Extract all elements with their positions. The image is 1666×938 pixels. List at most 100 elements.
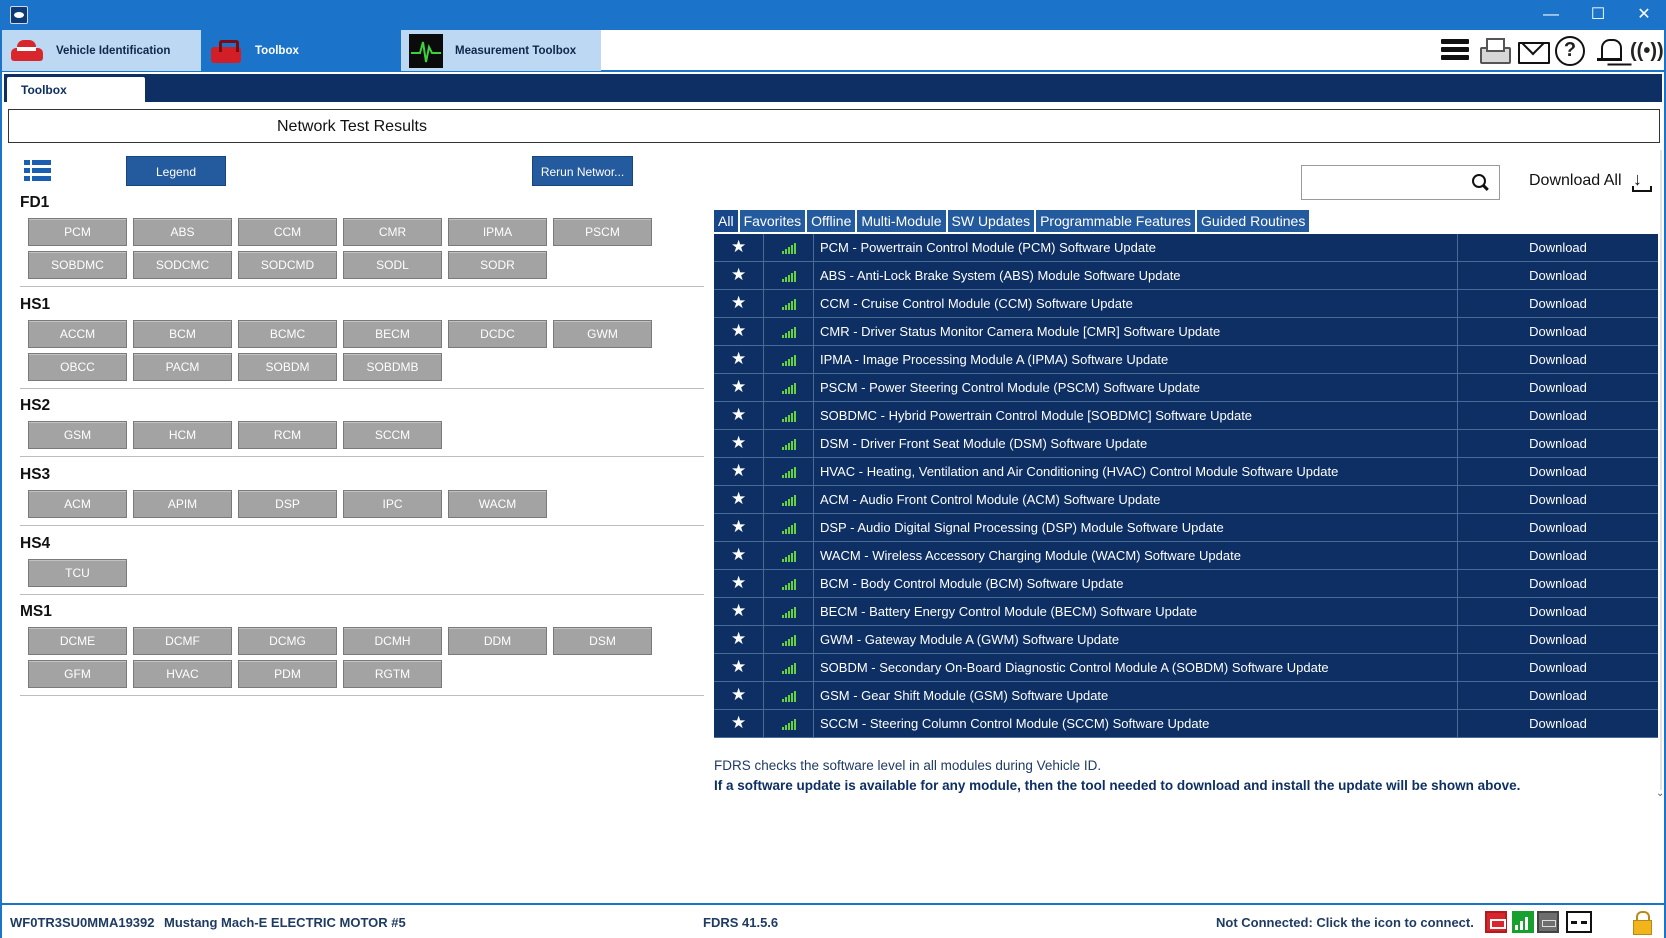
table-row[interactable]: ★ ABS - Anti-Lock Brake System (ABS) Modu… xyxy=(714,262,1658,290)
module-button[interactable]: PDM xyxy=(238,660,337,688)
module-button[interactable]: SODCMC xyxy=(133,251,232,279)
module-button[interactable]: SOBDMB xyxy=(343,353,442,381)
tab-toolbox[interactable]: Toolbox xyxy=(201,30,401,71)
download-link[interactable]: Download xyxy=(1458,688,1658,703)
download-link[interactable]: Download xyxy=(1458,240,1658,255)
favorite-cell[interactable]: ★ xyxy=(714,570,764,597)
star-icon[interactable]: ★ xyxy=(731,265,746,285)
adapter-icon[interactable] xyxy=(1537,911,1559,933)
module-button[interactable]: GSM xyxy=(28,421,127,449)
favorite-cell[interactable]: ★ xyxy=(714,290,764,317)
print-icon[interactable] xyxy=(1477,36,1511,66)
download-link[interactable]: Download xyxy=(1458,296,1658,311)
star-icon[interactable]: ★ xyxy=(731,517,746,537)
table-row[interactable]: ★ SCCM - Steering Column Control Module (… xyxy=(714,710,1658,738)
table-row[interactable]: ★ IPMA - Image Processing Module A (IPMA)… xyxy=(714,346,1658,374)
module-button[interactable]: DCME xyxy=(28,627,127,655)
star-icon[interactable]: ★ xyxy=(731,601,746,621)
module-button[interactable]: DSM xyxy=(553,627,652,655)
download-link[interactable]: Download xyxy=(1458,380,1658,395)
star-icon[interactable]: ★ xyxy=(731,573,746,593)
favorite-cell[interactable]: ★ xyxy=(714,626,764,653)
module-button[interactable]: SOBDMC xyxy=(28,251,127,279)
module-button[interactable]: BECM xyxy=(343,320,442,348)
star-icon[interactable]: ★ xyxy=(731,545,746,565)
favorite-cell[interactable]: ★ xyxy=(714,458,764,485)
favorite-cell[interactable]: ★ xyxy=(714,542,764,569)
star-icon[interactable]: ★ xyxy=(731,321,746,341)
module-button[interactable]: SODR xyxy=(448,251,547,279)
star-icon[interactable]: ★ xyxy=(731,349,746,369)
vertical-scrollbar[interactable] xyxy=(1660,150,1662,790)
download-link[interactable]: Download xyxy=(1458,464,1658,479)
signal-icon[interactable]: ((•)) xyxy=(1630,36,1664,66)
star-icon[interactable]: ★ xyxy=(731,657,746,677)
module-button[interactable]: ACM xyxy=(28,490,127,518)
module-button[interactable]: TCU xyxy=(28,559,127,587)
module-button[interactable]: APIM xyxy=(133,490,232,518)
table-row[interactable]: ★ DSM - Driver Front Seat Module (DSM) So… xyxy=(714,430,1658,458)
star-icon[interactable]: ★ xyxy=(731,489,746,509)
subtab-toolbox[interactable]: Toolbox xyxy=(7,77,145,102)
list-view-icon[interactable] xyxy=(24,160,51,182)
search-input[interactable] xyxy=(1301,165,1500,200)
favorite-cell[interactable]: ★ xyxy=(714,654,764,681)
mail-icon[interactable] xyxy=(1516,36,1550,66)
download-all-button[interactable]: Download All xyxy=(1529,172,1622,190)
filter-tab[interactable]: Programmable Features xyxy=(1036,210,1196,232)
module-button[interactable]: PSCM xyxy=(553,218,652,246)
star-icon[interactable]: ★ xyxy=(731,433,746,453)
module-button[interactable]: SCCM xyxy=(343,421,442,449)
module-button[interactable]: DDM xyxy=(448,627,547,655)
filter-tab[interactable]: SW Updates xyxy=(947,210,1035,232)
download-link[interactable]: Download xyxy=(1458,408,1658,423)
star-icon[interactable]: ★ xyxy=(731,685,746,705)
download-link[interactable]: Download xyxy=(1458,268,1658,283)
favorite-cell[interactable]: ★ xyxy=(714,710,764,737)
download-link[interactable]: Download xyxy=(1458,576,1658,591)
download-link[interactable]: Download xyxy=(1458,324,1658,339)
favorite-cell[interactable]: ★ xyxy=(714,430,764,457)
download-link[interactable]: Download xyxy=(1458,632,1658,647)
module-button[interactable]: DCMF xyxy=(133,627,232,655)
favorite-cell[interactable]: ★ xyxy=(714,374,764,401)
table-row[interactable]: ★ WACM - Wireless Accessory Charging Modu… xyxy=(714,542,1658,570)
help-icon[interactable]: ? xyxy=(1555,36,1589,66)
favorite-cell[interactable]: ★ xyxy=(714,346,764,373)
star-icon[interactable]: ★ xyxy=(731,405,746,425)
module-button[interactable]: WACM xyxy=(448,490,547,518)
star-icon[interactable]: ★ xyxy=(731,377,746,397)
download-link[interactable]: Download xyxy=(1458,660,1658,675)
module-button[interactable]: DSP xyxy=(238,490,337,518)
table-row[interactable]: ★ BCM - Body Control Module (BCM) Softwar… xyxy=(714,570,1658,598)
module-button[interactable]: SODCMD xyxy=(238,251,337,279)
module-button[interactable]: ACCM xyxy=(28,320,127,348)
signal-strength-icon[interactable] xyxy=(1512,911,1534,933)
module-button[interactable]: PACM xyxy=(133,353,232,381)
download-link[interactable]: Download xyxy=(1458,716,1658,731)
table-row[interactable]: ★ PCM - Powertrain Control Module (PCM) S… xyxy=(714,234,1658,262)
lock-icon[interactable] xyxy=(1632,911,1652,935)
favorite-cell[interactable]: ★ xyxy=(714,402,764,429)
filter-tab[interactable]: Multi-Module xyxy=(857,210,946,232)
maximize-button[interactable]: ☐ xyxy=(1578,2,1618,28)
table-row[interactable]: ★ PSCM - Power Steering Control Module (P… xyxy=(714,374,1658,402)
network-dash-icon[interactable] xyxy=(1566,911,1592,933)
module-button[interactable]: GFM xyxy=(28,660,127,688)
module-button[interactable]: BCM xyxy=(133,320,232,348)
favorite-cell[interactable]: ★ xyxy=(714,682,764,709)
filter-tab[interactable]: Favorites xyxy=(739,210,806,232)
download-icon[interactable] xyxy=(1631,169,1652,192)
menu-icon[interactable] xyxy=(1439,36,1473,66)
download-link[interactable]: Download xyxy=(1458,436,1658,451)
download-link[interactable]: Download xyxy=(1458,352,1658,367)
star-icon[interactable]: ★ xyxy=(731,629,746,649)
favorite-cell[interactable]: ★ xyxy=(714,234,764,261)
filter-tab[interactable]: Guided Routines xyxy=(1197,210,1310,232)
star-icon[interactable]: ★ xyxy=(731,461,746,481)
table-row[interactable]: ★ GWM - Gateway Module A (GWM) Software U… xyxy=(714,626,1658,654)
table-row[interactable]: ★ HVAC - Heating, Ventilation and Air Con… xyxy=(714,458,1658,486)
star-icon[interactable]: ★ xyxy=(731,293,746,313)
scroll-down-icon[interactable]: ⌄ xyxy=(1656,788,1664,799)
download-link[interactable]: Download xyxy=(1458,604,1658,619)
